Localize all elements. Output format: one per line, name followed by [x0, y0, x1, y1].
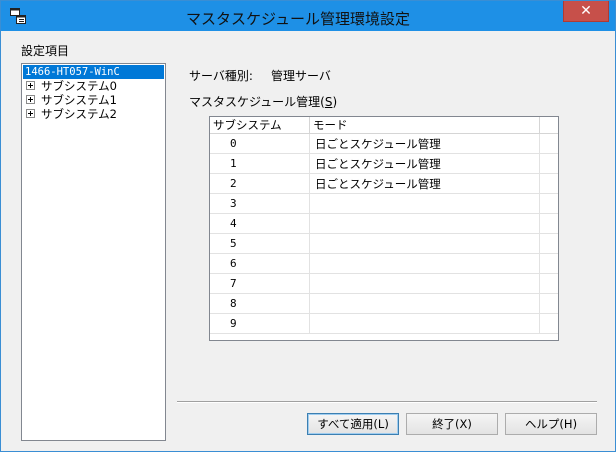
column-header-subsystem[interactable]: サブシステム	[210, 117, 310, 134]
close-icon: ✕	[580, 3, 592, 19]
table-row[interactable]: 5	[210, 234, 558, 254]
column-header-mode[interactable]: モード	[310, 117, 540, 134]
mode-cell[interactable]: 日ごとスケジュール管理	[310, 174, 540, 194]
subsystem-cell: 2	[210, 174, 310, 194]
mode-cell[interactable]	[310, 314, 540, 334]
plus-box-icon[interactable]	[26, 109, 35, 118]
tree-item-label: サブシステム1	[41, 93, 117, 107]
apply-all-button[interactable]: すべて適用(L)	[307, 413, 399, 435]
grid-header: サブシステム モード	[210, 117, 558, 134]
subsystem-cell: 6	[210, 254, 310, 274]
mode-cell[interactable]	[310, 214, 540, 234]
schedule-grid[interactable]: サブシステム モード 0 日ごとスケジュール管理 1 日ごとスケジュール管理 2…	[209, 116, 559, 341]
table-row[interactable]: 4	[210, 214, 558, 234]
table-row[interactable]: 7	[210, 274, 558, 294]
window-title: マスタスケジュール管理環境設定	[186, 10, 410, 28]
mode-cell[interactable]	[310, 294, 540, 314]
mode-cell[interactable]	[310, 194, 540, 214]
close-button[interactable]: ✕	[563, 1, 609, 22]
mode-cell[interactable]	[310, 254, 540, 274]
mode-cell[interactable]	[310, 234, 540, 254]
settings-tree[interactable]: 1466-HT057-WinC サブシステム0 サブシステム1 サブシステム2	[21, 63, 166, 441]
mode-cell[interactable]: 日ごとスケジュール管理	[310, 154, 540, 174]
tree-item-subsystem-0[interactable]: サブシステム0	[26, 79, 117, 93]
master-schedule-label: マスタスケジュール管理(S)	[189, 93, 337, 110]
divider	[177, 401, 597, 403]
table-row[interactable]: 1 日ごとスケジュール管理	[210, 154, 558, 174]
schedule-label-text: マスタスケジュール管理(	[189, 95, 325, 109]
table-row[interactable]: 3	[210, 194, 558, 214]
table-row[interactable]: 2 日ごとスケジュール管理	[210, 174, 558, 194]
subsystem-cell: 1	[210, 154, 310, 174]
schedule-label-end: )	[332, 95, 338, 109]
help-button[interactable]: ヘルプ(H)	[505, 413, 597, 435]
server-type-value: 管理サーバ	[271, 69, 331, 83]
server-type-label: サーバ種別:	[189, 69, 253, 83]
subsystem-cell: 0	[210, 134, 310, 154]
title-bar[interactable]: マスタスケジュール管理環境設定 ✕	[1, 1, 615, 31]
subsystem-cell: 8	[210, 294, 310, 314]
table-row[interactable]: 6	[210, 254, 558, 274]
subsystem-cell: 4	[210, 214, 310, 234]
tree-item-subsystem-1[interactable]: サブシステム1	[26, 93, 117, 107]
subsystem-cell: 7	[210, 274, 310, 294]
mode-cell[interactable]	[310, 274, 540, 294]
table-row[interactable]: 9	[210, 314, 558, 334]
tree-item-subsystem-2[interactable]: サブシステム2	[26, 107, 117, 121]
subsystem-cell: 3	[210, 194, 310, 214]
exit-button[interactable]: 終了(X)	[406, 413, 498, 435]
main-window: マスタスケジュール管理環境設定 ✕ 設定項目 1466-HT057-WinC サ…	[0, 0, 616, 452]
plus-box-icon[interactable]	[26, 81, 35, 90]
window-grid-icon	[10, 8, 26, 24]
subsystem-cell: 5	[210, 234, 310, 254]
table-row[interactable]: 8	[210, 294, 558, 314]
settings-items-label: 設定項目	[21, 44, 70, 58]
plus-box-icon[interactable]	[26, 95, 35, 104]
subsystem-cell: 9	[210, 314, 310, 334]
tree-item-label: サブシステム0	[41, 79, 117, 93]
mode-cell[interactable]: 日ごとスケジュール管理	[310, 134, 540, 154]
tree-item-label: サブシステム2	[41, 107, 117, 121]
tree-root-node[interactable]: 1466-HT057-WinC	[23, 65, 164, 79]
table-row[interactable]: 0 日ごとスケジュール管理	[210, 134, 558, 154]
